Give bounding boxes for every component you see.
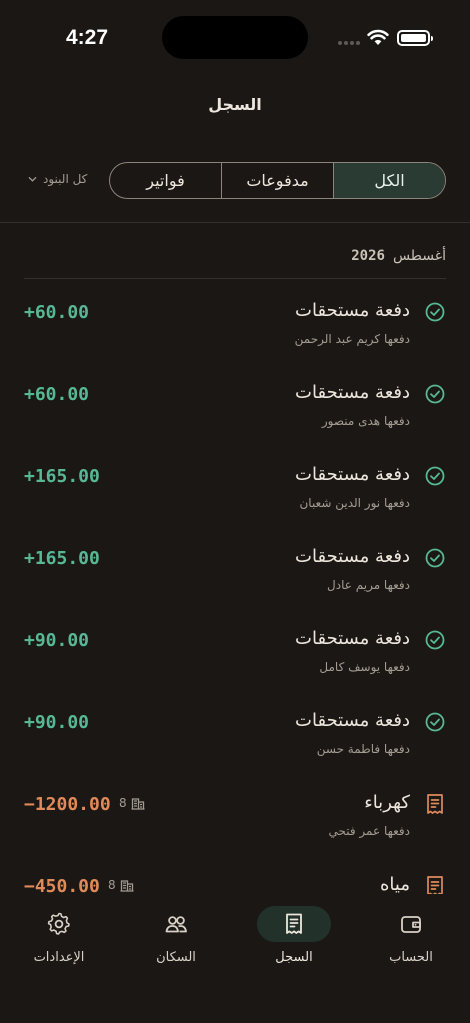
transaction-subtitle: دفعها عمر فتحي	[328, 824, 410, 838]
items-filter-dropdown[interactable]: كل البنود	[28, 172, 87, 186]
transaction-amount: −450.00	[24, 876, 100, 894]
check-circle-icon	[425, 548, 445, 568]
check-circle-icon	[425, 630, 445, 650]
check-circle-icon	[425, 466, 445, 486]
tab-settings[interactable]: الإعدادات	[9, 906, 109, 976]
status-time: 4:27	[66, 26, 109, 49]
transaction-title: دفعة مستحقات	[295, 546, 410, 567]
tab-residents[interactable]: السكان	[126, 906, 226, 976]
transaction-title: دفعة مستحقات	[295, 628, 410, 649]
section-divider	[24, 278, 446, 279]
list-item[interactable]: مياه −450.00 8	[0, 854, 470, 894]
tab-label: الحساب	[389, 950, 433, 965]
wallet-icon	[401, 916, 421, 933]
list-item[interactable]: كهرباء دفعها عمر فتحي −1200.00 8	[0, 772, 470, 854]
list-item[interactable]: دفعة مستحقات دفعها كريم عبد الرحمن +60.0…	[0, 280, 470, 362]
transaction-subtitle: دفعها فاطمة حسن	[316, 742, 410, 756]
transaction-title: دفعة مستحقات	[295, 300, 410, 321]
transaction-title: كهرباء	[364, 792, 410, 813]
page-title: السجل	[208, 95, 262, 114]
transaction-amount: +90.00	[24, 630, 90, 651]
receipt-icon	[427, 876, 443, 894]
transaction-subtitle: دفعها كريم عبد الرحمن	[294, 332, 410, 346]
gear-icon	[47, 912, 70, 935]
divider	[0, 222, 470, 223]
filter-segmented-control: الكل مدفوعات فواتير	[109, 162, 446, 199]
tab-label: السكان	[156, 950, 196, 965]
transaction-list: دفعة مستحقات دفعها كريم عبد الرحمن +60.0…	[0, 280, 470, 894]
transaction-title: دفعة مستحقات	[295, 382, 410, 403]
wifi-icon	[367, 29, 389, 45]
cellular-signal-icon	[338, 41, 360, 45]
chevron-down-icon	[28, 176, 37, 182]
transaction-amount: −1200.00	[24, 794, 111, 815]
transaction-subtitle: دفعها نور الدين شعبان	[299, 496, 410, 510]
battery-icon	[397, 30, 433, 46]
status-bar: 4:27	[0, 0, 470, 76]
tab-history[interactable]: السجل	[244, 906, 344, 976]
tab-account[interactable]: الحساب	[361, 906, 461, 976]
check-circle-icon	[425, 302, 445, 322]
transaction-title: دفعة مستحقات	[295, 710, 410, 731]
check-circle-icon	[425, 384, 445, 404]
list-item[interactable]: دفعة مستحقات دفعها مريم عادل +165.00	[0, 526, 470, 608]
list-item[interactable]: دفعة مستحقات دفعها يوسف كامل +90.00	[0, 608, 470, 690]
transaction-title: دفعة مستحقات	[295, 464, 410, 485]
list-item[interactable]: دفعة مستحقات دفعها فاطمة حسن +90.00	[0, 690, 470, 772]
tab-label: الإعدادات	[33, 950, 85, 965]
filter-label: كل البنود	[43, 172, 88, 186]
units-badge: 8	[108, 878, 134, 892]
transaction-amount: +165.00	[24, 466, 100, 487]
receipt-icon	[427, 794, 443, 814]
transaction-amount: +60.00	[24, 384, 90, 405]
section-year: 2026	[351, 248, 385, 264]
units-count: 8	[119, 796, 127, 810]
check-circle-icon	[425, 712, 445, 732]
dynamic-island	[162, 16, 308, 59]
list-item[interactable]: دفعة مستحقات دفعها نور الدين شعبان +165.…	[0, 444, 470, 526]
list-item[interactable]: دفعة مستحقات دفعها هدى منصور +60.00	[0, 362, 470, 444]
units-badge: 8	[119, 796, 145, 810]
transaction-subtitle: دفعها مريم عادل	[327, 578, 410, 592]
transaction-subtitle: دفعها يوسف كامل	[319, 660, 410, 674]
transaction-amount: +90.00	[24, 712, 90, 733]
transaction-amount: +165.00	[24, 548, 100, 569]
tab-label: السجل	[275, 950, 313, 965]
section-month: أغسطس	[392, 248, 446, 264]
building-icon	[120, 880, 134, 892]
segment-all[interactable]: الكل	[333, 163, 445, 198]
transaction-subtitle: دفعها هدى منصور	[321, 414, 410, 428]
transaction-title: مياه	[380, 874, 410, 894]
section-header: أغسطس 2026	[351, 248, 446, 264]
people-icon	[165, 916, 187, 933]
transaction-amount: +60.00	[24, 302, 90, 323]
segment-bills[interactable]: فواتير	[110, 163, 221, 198]
receipt-icon	[286, 913, 302, 934]
tab-bar: الحساب السجل السكان الإعدادات	[0, 894, 470, 1023]
units-count: 8	[108, 878, 116, 892]
building-icon	[131, 798, 145, 810]
segment-payments[interactable]: مدفوعات	[221, 163, 333, 198]
